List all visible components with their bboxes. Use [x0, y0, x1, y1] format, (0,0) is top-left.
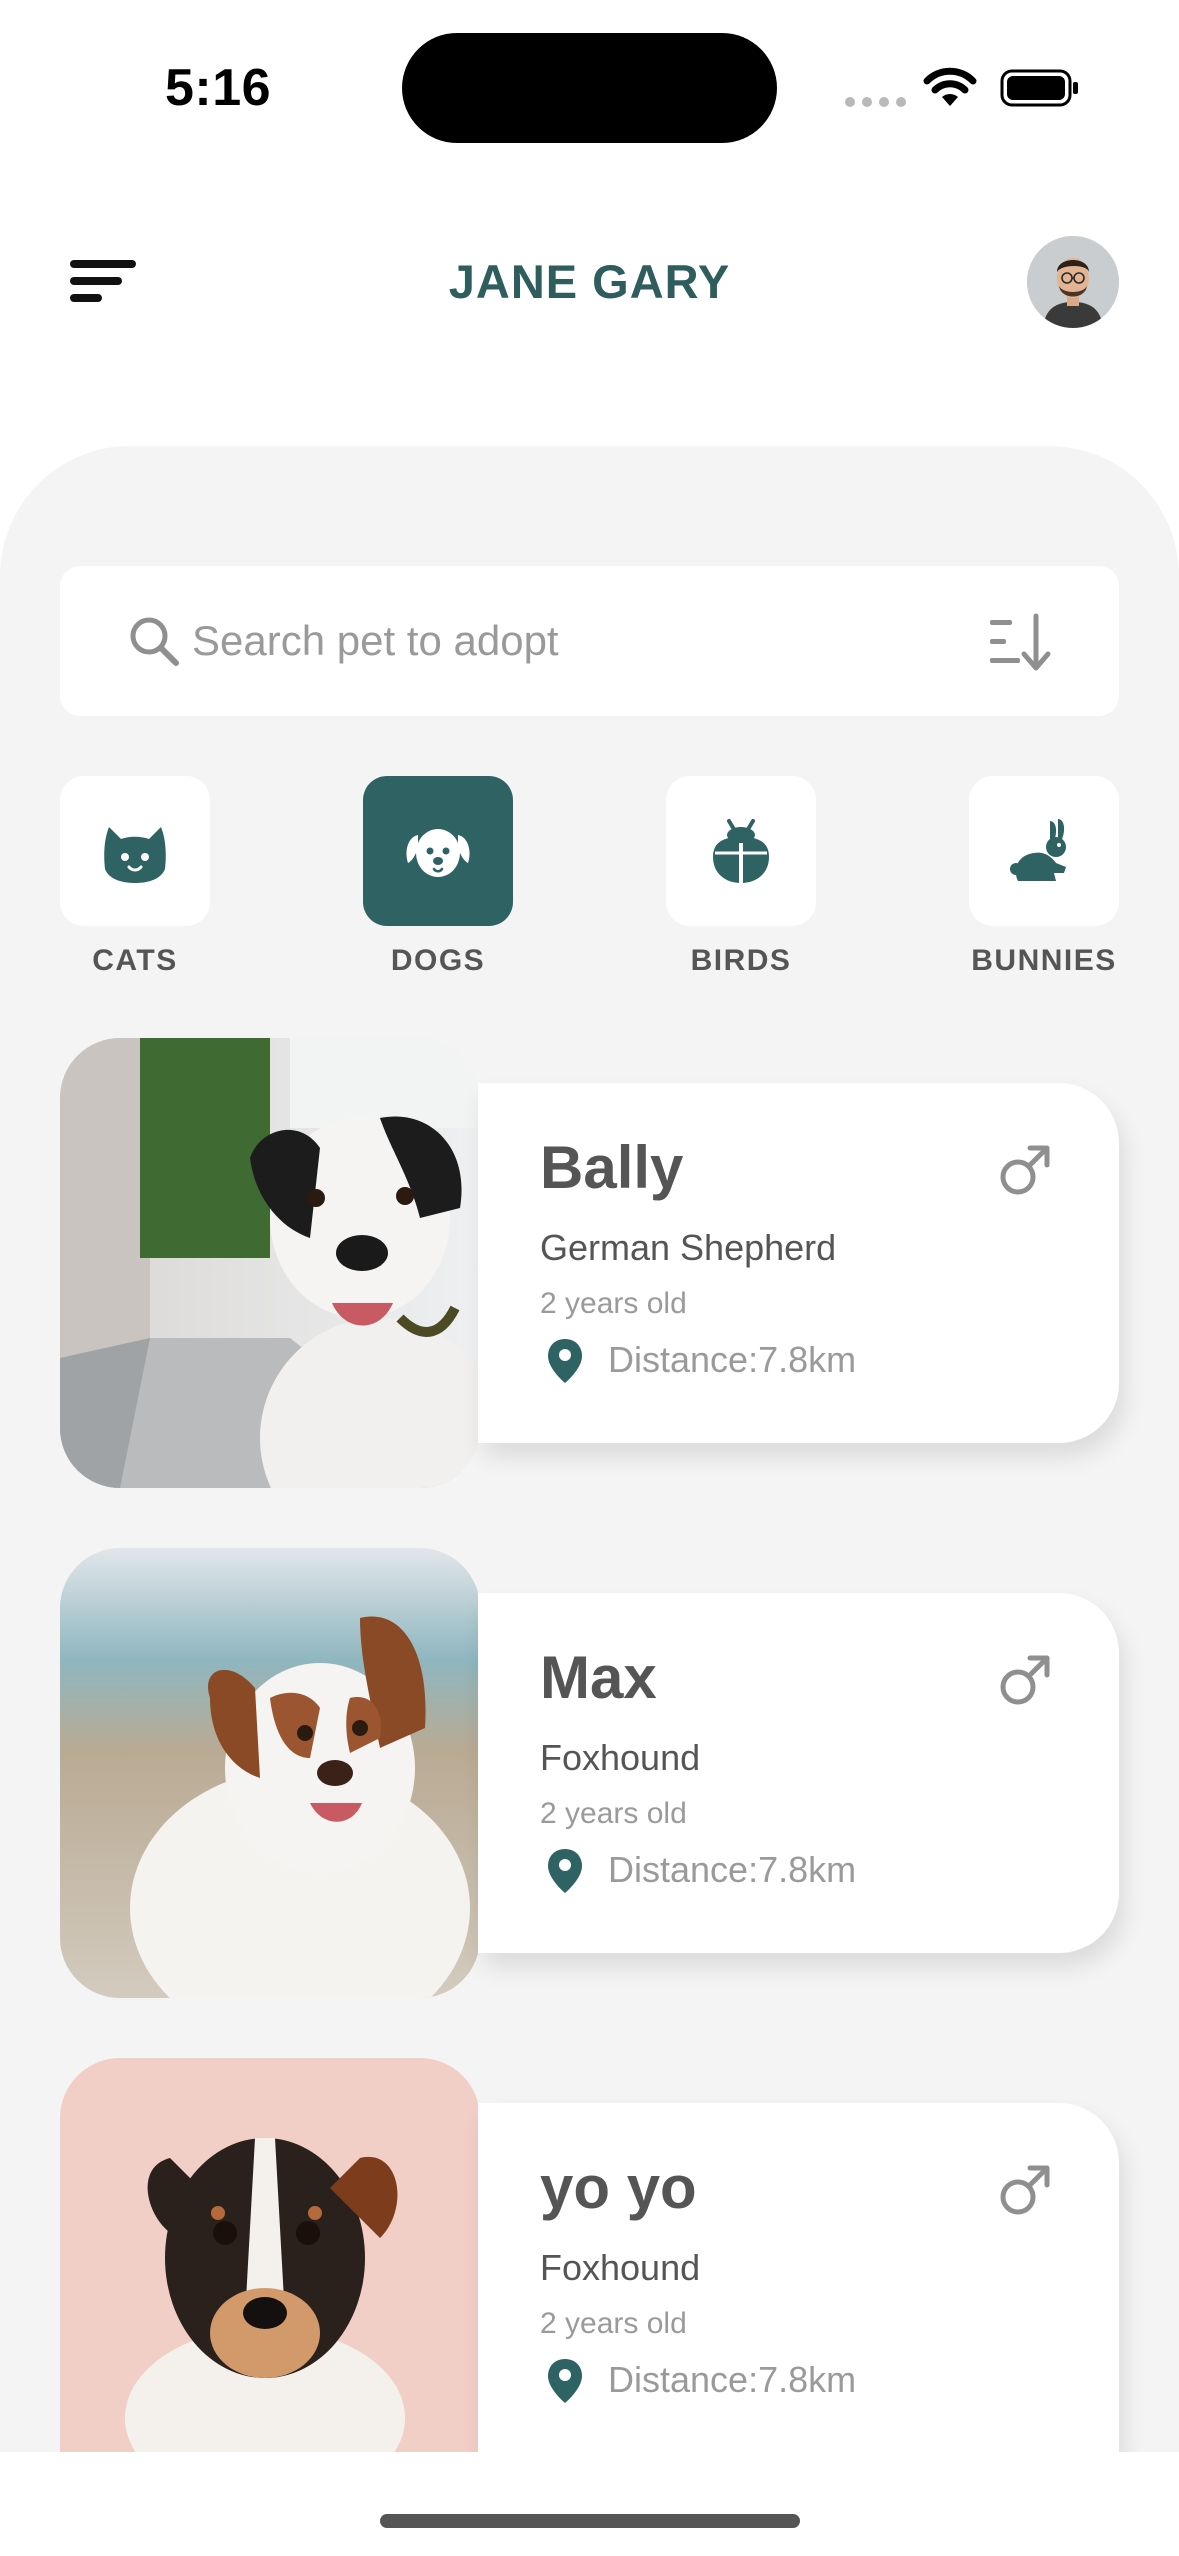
pet-name: Max [540, 1644, 657, 1711]
pet-card-max[interactable]: Max Foxhound 2 years old Distance:7.8km [478, 1593, 1119, 1953]
bottom-bar [0, 2452, 1179, 2556]
header-title: JANE GARY [448, 255, 731, 308]
pet-breed: German Shepherd [540, 1227, 837, 1268]
cellular-signal-icon [845, 97, 906, 107]
pet-distance: Distance:7.8km [608, 2359, 857, 2400]
pet-card-bally[interactable]: Bally German Shepherd 2 years old Distan… [478, 1083, 1119, 1443]
user-avatar[interactable] [1027, 236, 1119, 328]
pet-card-yo-yo[interactable]: yo yo Foxhound 2 years old Distance:7.8k… [478, 2103, 1119, 2452]
pet-name: Bally [540, 1134, 684, 1201]
bunny-icon [1010, 819, 1066, 881]
category-dogs-button[interactable] [363, 776, 513, 926]
pet-age: 2 years old [540, 2307, 687, 2340]
category-bunnies-button[interactable] [969, 776, 1119, 926]
category-birds-button[interactable] [666, 776, 816, 926]
pet-distance: Distance:7.8km [608, 1339, 857, 1380]
sort-descending-icon[interactable] [988, 612, 1054, 672]
location-pin-icon [548, 2359, 582, 2403]
category-cats-button[interactable] [60, 776, 210, 926]
location-pin-icon [548, 1849, 582, 1893]
pet-distance: Distance:7.8km [608, 1849, 857, 1890]
category-birds-label: BIRDS [690, 944, 792, 977]
pet-breed: Foxhound [540, 2247, 701, 2288]
cat-icon [104, 827, 166, 883]
male-icon [1000, 1145, 1050, 1195]
pet-photo[interactable] [60, 1038, 480, 1488]
pet-photo[interactable] [60, 2058, 480, 2452]
wifi-icon [923, 67, 977, 106]
dynamic-island [402, 33, 777, 143]
pet-breed: Foxhound [540, 1737, 701, 1778]
search-input[interactable] [192, 606, 892, 676]
pet-photo[interactable] [60, 1548, 480, 1998]
bird-icon [713, 819, 769, 883]
location-pin-icon [548, 1339, 582, 1383]
pet-age: 2 years old [540, 1287, 687, 1320]
category-bunnies-label: BUNNIES [971, 944, 1117, 977]
male-icon [1000, 1655, 1050, 1705]
home-indicator[interactable] [380, 2514, 800, 2528]
status-time: 5:16 [165, 59, 272, 117]
category-cats-label: CATS [92, 944, 178, 977]
category-dogs-label: DOGS [390, 944, 486, 977]
dog-icon [406, 829, 470, 877]
pet-age: 2 years old [540, 1797, 687, 1830]
pet-name: yo yo [540, 2154, 697, 2221]
battery-icon [1000, 69, 1078, 107]
search-icon [130, 617, 179, 666]
male-icon [1000, 2165, 1050, 2215]
